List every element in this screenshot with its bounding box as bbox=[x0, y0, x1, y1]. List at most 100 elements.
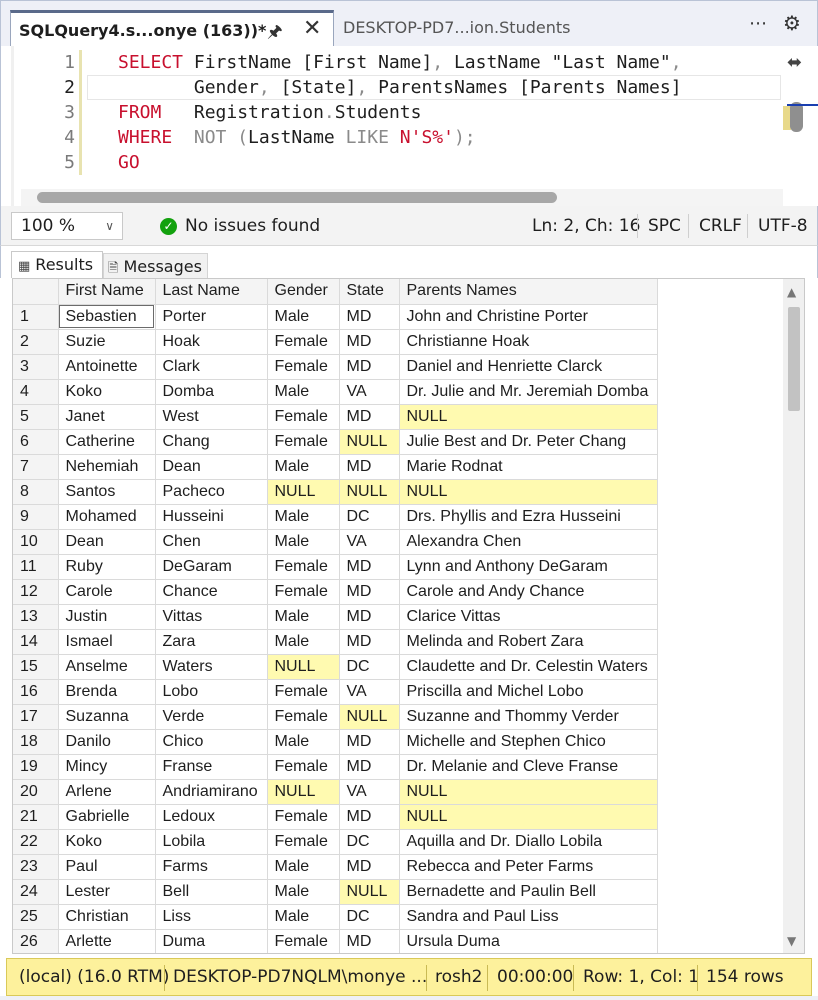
parents-names-cell[interactable]: NULL bbox=[399, 404, 658, 430]
row-number[interactable]: 16 bbox=[13, 679, 59, 705]
first-name-cell[interactable]: Santos bbox=[58, 479, 156, 505]
table-row[interactable]: 22 Koko Lobila Female DC Aquilla and Dr. Dial… bbox=[13, 829, 658, 855]
gender-cell[interactable]: Female bbox=[267, 829, 340, 855]
parents-names-cell[interactable]: Julie Best and Dr. Peter Chang bbox=[399, 429, 658, 455]
state-cell[interactable]: NULL bbox=[339, 429, 400, 455]
table-row[interactable]: 23 Paul Farms Male MD Rebecca and Peter Farms bbox=[13, 854, 658, 880]
code-line[interactable]: GO bbox=[118, 150, 682, 175]
first-name-cell[interactable]: Suzanna bbox=[58, 704, 156, 730]
gender-cell[interactable]: Male bbox=[267, 904, 340, 930]
gender-cell[interactable]: Male bbox=[267, 629, 340, 655]
first-name-cell[interactable]: Catherine bbox=[58, 429, 156, 455]
gender-cell[interactable]: Male bbox=[267, 729, 340, 755]
parents-names-cell[interactable]: Dr. Julie and Mr. Jeremiah Domba bbox=[399, 379, 658, 405]
table-row[interactable]: 19 Mincy Franse Female MD Dr. Melanie and Cle… bbox=[13, 754, 658, 780]
gender-cell[interactable]: Male bbox=[267, 879, 340, 905]
gender-cell[interactable]: Female bbox=[267, 704, 340, 730]
row-number[interactable]: 26 bbox=[13, 929, 59, 953]
parents-names-cell[interactable]: Rebecca and Peter Farms bbox=[399, 854, 658, 880]
last-name-cell[interactable]: Lobo bbox=[155, 679, 268, 705]
gender-cell[interactable]: NULL bbox=[267, 479, 340, 505]
table-row[interactable]: 11 Ruby DeGaram Female MD Lynn and Anthony De… bbox=[13, 554, 658, 580]
parents-names-cell[interactable]: NULL bbox=[399, 804, 658, 830]
last-name-cell[interactable]: Waters bbox=[155, 654, 268, 680]
row-number[interactable]: 25 bbox=[13, 904, 59, 930]
table-row[interactable]: 24 Lester Bell Male NULL Bernadette and Pauli… bbox=[13, 879, 658, 905]
state-cell[interactable]: VA bbox=[339, 679, 400, 705]
editor-scrollbar-thumb[interactable] bbox=[790, 102, 803, 132]
state-cell[interactable]: MD bbox=[339, 854, 400, 880]
last-name-cell[interactable]: Franse bbox=[155, 754, 268, 780]
state-cell[interactable]: MD bbox=[339, 454, 400, 480]
table-row[interactable]: 21 Gabrielle Ledoux Female MD NULL bbox=[13, 804, 658, 830]
state-cell[interactable]: VA bbox=[339, 779, 400, 805]
table-row[interactable]: 17 Suzanna Verde Female NULL Suzanne and Thom… bbox=[13, 704, 658, 730]
tab-sqlquery4[interactable]: SQLQuery4.s...onye (163))* 🖈 ✕ bbox=[10, 10, 334, 47]
table-row[interactable]: 5 Janet West Female MD NULL bbox=[13, 404, 658, 430]
last-name-cell[interactable]: Clark bbox=[155, 354, 268, 380]
gender-cell[interactable]: Male bbox=[267, 604, 340, 630]
parents-names-cell[interactable]: Suzanne and Thommy Verder bbox=[399, 704, 658, 730]
first-name-cell[interactable]: Sebastien bbox=[58, 304, 156, 330]
first-name-cell[interactable]: Gabrielle bbox=[58, 804, 156, 830]
state-cell[interactable]: VA bbox=[339, 529, 400, 555]
parents-names-cell[interactable]: Alexandra Chen bbox=[399, 529, 658, 555]
parents-names-cell[interactable]: Bernadette and Paulin Bell bbox=[399, 879, 658, 905]
state-cell[interactable]: MD bbox=[339, 404, 400, 430]
row-number[interactable]: 23 bbox=[13, 854, 59, 880]
first-name-cell[interactable]: Ruby bbox=[58, 554, 156, 580]
parents-names-cell[interactable]: John and Christine Porter bbox=[399, 304, 658, 330]
code-line[interactable]: Gender, [State], ParentsNames [Parents N… bbox=[118, 75, 682, 100]
first-name-cell[interactable]: Mincy bbox=[58, 754, 156, 780]
column-header-parents-names[interactable]: Parents Names bbox=[399, 279, 658, 305]
issues-status[interactable]: No issues found bbox=[185, 216, 320, 236]
state-cell[interactable]: VA bbox=[339, 379, 400, 405]
gender-cell[interactable]: Male bbox=[267, 379, 340, 405]
gender-cell[interactable]: Female bbox=[267, 679, 340, 705]
tab-messages[interactable]: 🗎 Messages bbox=[103, 253, 208, 280]
state-cell[interactable]: MD bbox=[339, 929, 400, 953]
parents-names-cell[interactable]: Drs. Phyllis and Ezra Husseini bbox=[399, 504, 658, 530]
last-name-cell[interactable]: Chen bbox=[155, 529, 268, 555]
row-number[interactable]: 13 bbox=[13, 604, 59, 630]
first-name-cell[interactable]: Dean bbox=[58, 529, 156, 555]
state-cell[interactable]: MD bbox=[339, 554, 400, 580]
code-line[interactable]: FROM Registration.Students bbox=[118, 100, 682, 125]
last-name-cell[interactable]: Verde bbox=[155, 704, 268, 730]
column-header-state[interactable]: State bbox=[339, 279, 400, 305]
parents-names-cell[interactable]: Dr. Melanie and Cleve Franse bbox=[399, 754, 658, 780]
first-name-cell[interactable]: Arlene bbox=[58, 779, 156, 805]
last-name-cell[interactable]: Dean bbox=[155, 454, 268, 480]
tab-students[interactable]: DESKTOP-PD7...ion.Students bbox=[343, 18, 570, 37]
encoding[interactable]: UTF-8 bbox=[758, 216, 808, 236]
first-name-cell[interactable]: Brenda bbox=[58, 679, 156, 705]
scroll-up-icon[interactable]: ▲ bbox=[787, 285, 796, 299]
parents-names-cell[interactable]: Christianne Hoak bbox=[399, 329, 658, 355]
code-line[interactable]: SELECT FirstName [First Name], LastName … bbox=[118, 50, 682, 75]
parents-names-cell[interactable]: Marie Rodnat bbox=[399, 454, 658, 480]
row-number[interactable]: 20 bbox=[13, 779, 59, 805]
cursor-position[interactable]: Ln: 2, Ch: 16 bbox=[532, 216, 640, 236]
table-row[interactable]: 9 Mohamed Husseini Male DC Drs. Phyllis and E… bbox=[13, 504, 658, 530]
state-cell[interactable]: MD bbox=[339, 804, 400, 830]
parents-names-cell[interactable]: Ursula Duma bbox=[399, 929, 658, 953]
row-number[interactable]: 3 bbox=[13, 354, 59, 380]
row-number[interactable]: 8 bbox=[13, 479, 59, 505]
first-name-cell[interactable]: Ismael bbox=[58, 629, 156, 655]
table-row[interactable]: 25 Christian Liss Male DC Sandra and Paul Lis… bbox=[13, 904, 658, 930]
gender-cell[interactable]: Male bbox=[267, 854, 340, 880]
gender-cell[interactable]: Male bbox=[267, 454, 340, 480]
first-name-cell[interactable]: Suzie bbox=[58, 329, 156, 355]
parents-names-cell[interactable]: Clarice Vittas bbox=[399, 604, 658, 630]
column-header-first-name[interactable]: First Name bbox=[58, 279, 156, 305]
first-name-cell[interactable]: Carole bbox=[58, 579, 156, 605]
state-cell[interactable]: NULL bbox=[339, 479, 400, 505]
close-icon[interactable]: ✕ bbox=[303, 16, 321, 41]
gender-cell[interactable]: Female bbox=[267, 429, 340, 455]
gender-cell[interactable]: Female bbox=[267, 554, 340, 580]
parents-names-cell[interactable]: Claudette and Dr. Celestin Waters bbox=[399, 654, 658, 680]
row-number[interactable]: 10 bbox=[13, 529, 59, 555]
parents-names-cell[interactable]: Daniel and Henriette Clarck bbox=[399, 354, 658, 380]
first-name-cell[interactable]: Mohamed bbox=[58, 504, 156, 530]
first-name-cell[interactable]: Danilo bbox=[58, 729, 156, 755]
